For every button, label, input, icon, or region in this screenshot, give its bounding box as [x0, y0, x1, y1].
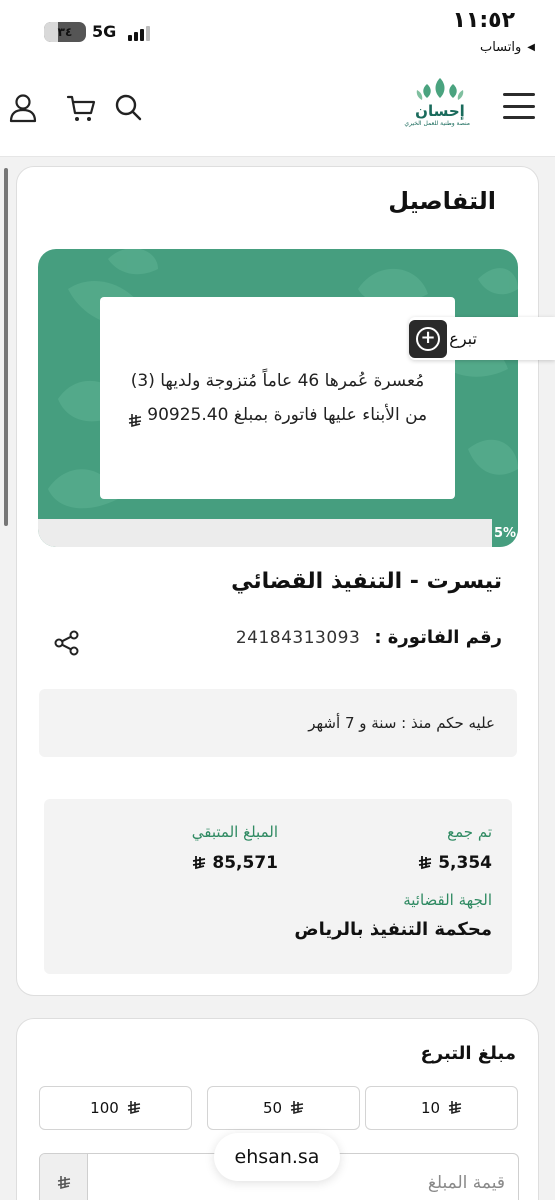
collected-label: تم جمع	[447, 823, 492, 841]
logo-leaves-icon	[416, 78, 464, 100]
network-type: 5G	[92, 22, 117, 41]
menu-icon[interactable]	[503, 93, 535, 119]
progress-fill: 5%	[492, 519, 518, 547]
logo-subtitle: منصة وطنية للعمل الخيري	[404, 120, 470, 127]
back-to-app-link[interactable]: ◀ واتساب	[480, 40, 535, 55]
site-logo[interactable]: إحسان منصة وطنية للعمل الخيري	[404, 76, 470, 140]
case-description-box: مُعسرة عُمرها 46 عاماً مُتزوجة ولديها (3…	[100, 297, 455, 499]
plus-circle-icon[interactable]: +	[409, 320, 447, 358]
invoice-label: رقم الفاتورة :	[374, 627, 502, 648]
back-arrow-icon: ◀	[527, 42, 535, 53]
search-icon[interactable]	[114, 93, 144, 123]
cart-icon[interactable]	[66, 93, 96, 123]
progress-track	[38, 519, 518, 547]
case-title: تيسرت - التنفيذ القضائي	[231, 569, 502, 594]
details-title: التفاصيل	[388, 187, 496, 215]
user-icon[interactable]	[8, 93, 38, 123]
invoice-number: 24184313093	[235, 627, 361, 648]
url-text: ehsan.sa	[234, 1146, 320, 1168]
amount-option-100[interactable]: 100	[39, 1086, 192, 1130]
status-time: ١١:٥٢	[452, 8, 515, 33]
case-banner[interactable]: 5% مُعسرة عُمرها 46 عاماً مُتزوجة ولديها…	[38, 249, 518, 547]
riyal-icon	[290, 1100, 304, 1116]
case-description: مُعسرة عُمرها 46 عاماً مُتزوجة ولديها (3…	[122, 364, 433, 432]
battery-icon: ٣٤	[44, 22, 86, 42]
riyal-icon	[448, 1100, 462, 1116]
invoice-row: رقم الفاتورة : 24184313093	[236, 627, 502, 648]
battery-percent: ٣٤	[57, 25, 73, 39]
court-label: الجهة القضائية	[403, 891, 492, 909]
riyal-icon	[192, 855, 206, 871]
judgment-box: عليه حكم منذ : سنة و 7 أشهر	[39, 689, 517, 757]
court-name: محكمة التنفيذ بالرياض	[294, 919, 492, 940]
remaining-label: المبلغ المتبقي	[191, 823, 278, 841]
donation-title: مبلغ التبرع	[420, 1043, 516, 1064]
page-scrollbar[interactable]	[4, 168, 8, 526]
amount-option-50[interactable]: 50	[207, 1086, 360, 1130]
riyal-icon	[40, 1154, 88, 1200]
share-icon[interactable]	[53, 629, 81, 657]
progress-label: 5%	[493, 525, 517, 541]
amount-option-10[interactable]: 10	[365, 1086, 518, 1130]
judgment-text: عليه حكم منذ : سنة و 7 أشهر	[308, 714, 495, 732]
riyal-icon	[128, 407, 142, 428]
browser-url-pill[interactable]: ehsan.sa	[214, 1133, 340, 1181]
site-header: إحسان منصة وطنية للعمل الخيري	[0, 62, 555, 157]
riyal-icon	[418, 855, 432, 871]
remaining-amount: 85,571	[192, 853, 278, 873]
details-card: التفاصيل 5% مُعسرة عُمرها 46 عاماً مُتزو…	[16, 166, 539, 996]
signal-icon	[128, 25, 150, 41]
back-app-label: واتساب	[479, 40, 522, 55]
logo-title: إحسان	[415, 102, 465, 120]
status-bar: ١١:٥٢ ◀ واتساب ٣٤ 5G	[0, 0, 555, 62]
riyal-icon	[127, 1100, 141, 1116]
stats-box: تم جمع 5,354 المبلغ المتبقي 85,571 الجهة…	[44, 799, 512, 974]
collected-amount: 5,354	[418, 853, 492, 873]
